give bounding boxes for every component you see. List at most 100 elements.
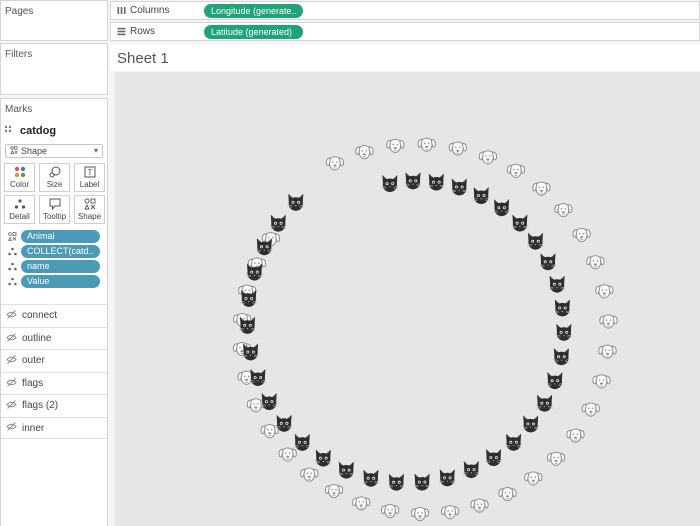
eye-hidden-icon[interactable] <box>6 332 17 345</box>
detail-icon <box>7 247 17 256</box>
eye-hidden-icon[interactable] <box>6 309 17 322</box>
cat-mark <box>492 198 511 217</box>
dog-mark <box>598 344 617 359</box>
dog-mark <box>524 471 543 486</box>
sheet-title[interactable]: Sheet 1 <box>110 44 700 71</box>
dog-mark <box>506 163 526 178</box>
dog-mark <box>278 447 297 462</box>
tooltip-card-button[interactable]: Tooltip <box>39 195 70 224</box>
label-card-label: Label <box>79 180 100 189</box>
marks-layer-name: catdog <box>20 125 57 137</box>
label-card-button[interactable]: T Label <box>74 163 105 192</box>
svg-text:T: T <box>87 168 92 177</box>
chevron-down-icon: ▾ <box>93 146 98 155</box>
layer-label: outline <box>22 333 52 344</box>
dog-mark <box>470 498 489 513</box>
layer-label: connect <box>22 310 58 321</box>
cat-mark <box>526 232 545 251</box>
animal-field-pill[interactable]: Animal <box>21 230 100 243</box>
shape-card-button[interactable]: Shape <box>74 195 105 224</box>
dog-mark <box>595 284 614 299</box>
pages-pane[interactable]: Pages <box>0 0 108 41</box>
eye-hidden-icon[interactable] <box>6 377 17 390</box>
layer-label: outer <box>22 355 45 366</box>
dog-mark <box>532 181 551 196</box>
catdog-spiral <box>232 137 618 522</box>
cat-mark <box>484 448 503 467</box>
marks-layer-outline[interactable]: outline <box>1 327 107 349</box>
mark-type-label: Shape <box>21 146 48 156</box>
collect-field-pill[interactable]: COLLECT(catd.. <box>21 245 100 258</box>
dog-mark <box>448 141 467 156</box>
cat-mark <box>450 178 469 196</box>
cat-mark <box>504 433 523 452</box>
longitude-pill[interactable]: Longitude (generate.. <box>204 3 303 18</box>
dog-mark <box>352 496 371 511</box>
detail-card-label: Detail <box>9 212 30 221</box>
marks-layer-outer[interactable]: outer <box>1 349 107 371</box>
value-field-pill[interactable]: Value <box>21 275 100 288</box>
dog-mark <box>246 398 266 413</box>
shape-icon <box>83 198 96 210</box>
rows-shelf[interactable]: Rows Latitude (generated) <box>110 22 700 41</box>
detail-icon <box>14 198 26 210</box>
layer-grip-icon <box>4 125 14 138</box>
filters-title: Filters <box>5 49 33 60</box>
marks-layer-catdog[interactable]: catdog <box>4 123 56 139</box>
dog-mark <box>599 314 618 329</box>
mark-type-dropdown[interactable]: Shape ▾ <box>5 144 103 158</box>
dog-mark <box>386 138 405 153</box>
cat-mark <box>380 174 399 193</box>
detail-card-button[interactable]: Detail <box>4 195 35 224</box>
cat-mark <box>462 460 481 479</box>
cat-mark <box>361 469 380 488</box>
pages-title: Pages <box>5 6 34 17</box>
color-card-button[interactable]: Color <box>4 163 35 192</box>
filters-pane[interactable]: Filters <box>0 43 108 95</box>
marks-title: Marks <box>5 104 33 115</box>
marks-layer-flags-2[interactable]: flags (2) <box>1 394 107 416</box>
eye-hidden-icon[interactable] <box>6 422 17 434</box>
dog-mark <box>498 487 517 502</box>
marks-layer-connect[interactable]: connect <box>1 304 107 326</box>
cat-mark <box>548 275 567 294</box>
latitude-pill[interactable]: Latitude (generated) <box>204 24 303 39</box>
dog-mark <box>260 424 279 439</box>
cat-mark <box>413 473 432 492</box>
layer-label: flags <box>22 378 44 389</box>
field-pill-row: Animal <box>7 230 100 243</box>
eye-hidden-icon[interactable] <box>6 354 17 367</box>
detail-icon <box>7 277 17 286</box>
shape-card-label: Shape <box>77 212 102 221</box>
dog-mark <box>440 505 460 520</box>
color-icon <box>14 166 26 178</box>
detail-icon <box>7 262 17 271</box>
dog-mark <box>586 255 605 270</box>
eye-hidden-icon[interactable] <box>6 399 17 412</box>
viz-canvas[interactable] <box>115 72 700 526</box>
field-pill-row: COLLECT(catd.. <box>7 245 100 258</box>
cat-mark <box>553 299 572 317</box>
cat-mark <box>438 468 457 487</box>
size-card-label: Size <box>46 180 63 189</box>
cat-mark <box>293 433 312 452</box>
cat-mark <box>521 415 540 433</box>
cat-mark <box>248 368 267 387</box>
cat-mark <box>337 461 356 480</box>
cat-marks <box>238 171 573 492</box>
name-field-pill[interactable]: name <box>21 260 100 273</box>
columns-shelf[interactable]: Columns Longitude (generate.. <box>110 1 700 20</box>
cat-mark <box>554 323 573 342</box>
layer-label: inner <box>22 422 45 434</box>
tooltip-card-label: Tooltip <box>42 212 67 221</box>
marks-layer-inner[interactable]: inner <box>1 417 107 439</box>
tableau-workspace: Pages Filters Marks catdog Shape ▾ Color… <box>0 0 700 526</box>
dog-mark <box>324 483 344 499</box>
marks-layer-flags[interactable]: flags <box>1 372 107 394</box>
marks-card-grid: Color Size T Label Detail Tooltip Shape <box>4 163 105 224</box>
cat-mark <box>286 193 305 212</box>
size-card-button[interactable]: Size <box>39 163 70 192</box>
dog-mark <box>592 374 611 389</box>
cat-mark <box>387 473 406 492</box>
columns-label: Columns <box>130 5 170 16</box>
